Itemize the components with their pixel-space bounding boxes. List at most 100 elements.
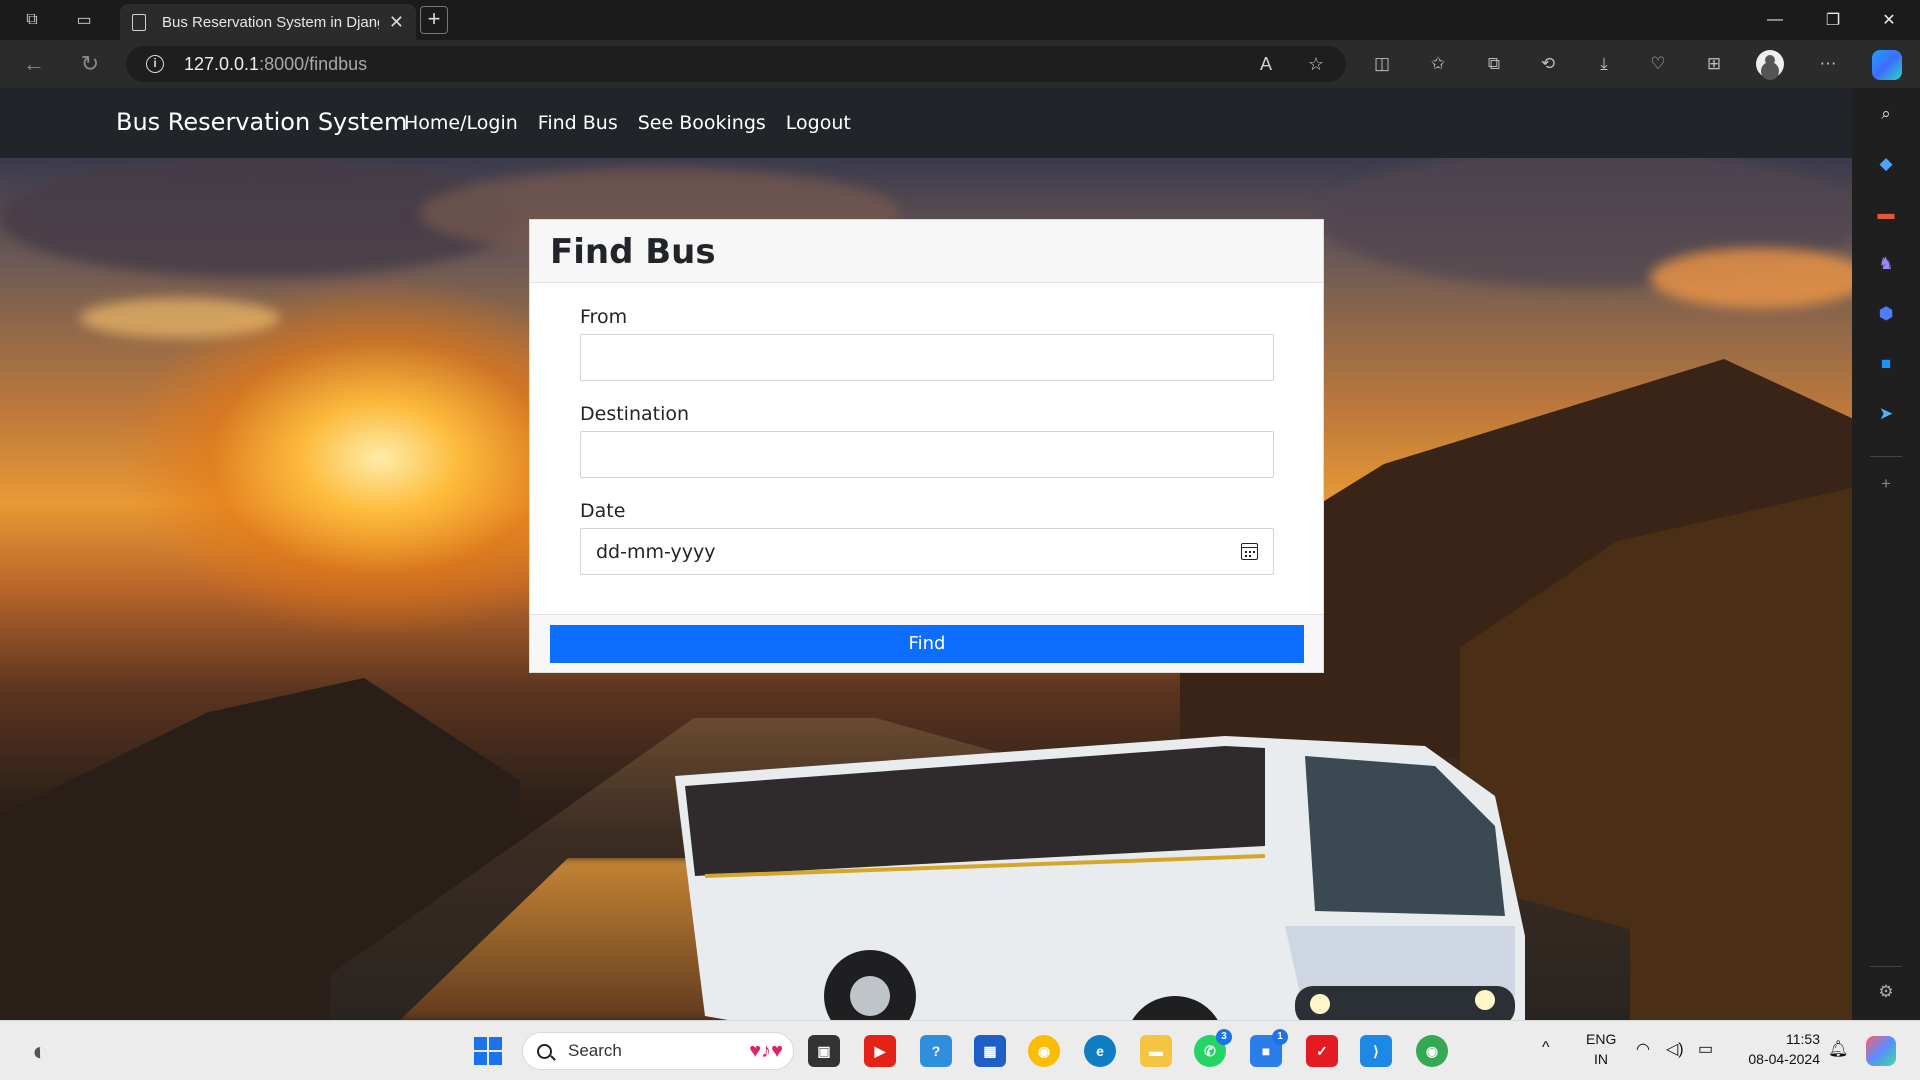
copilot-app-icon[interactable]: ⬢	[1874, 302, 1898, 326]
tools-briefcase-icon[interactable]: ▬	[1874, 202, 1898, 226]
date-placeholder: dd-mm-yyyy	[596, 540, 716, 563]
battery-icon[interactable]: ▭	[1698, 1039, 1713, 1059]
refresh-icon[interactable]: ↻	[76, 50, 104, 78]
copilot-icon[interactable]	[1872, 50, 1902, 80]
notification-bell-icon[interactable]: 🔔︎	[1828, 1039, 1848, 1059]
favorite-star-icon[interactable]: ☆	[1302, 50, 1330, 78]
maximize-button[interactable]: ❐	[1810, 4, 1856, 36]
taskbar-search-label: Search	[568, 1041, 622, 1060]
send-icon[interactable]: ➤	[1874, 402, 1898, 426]
language-code[interactable]: ENG	[1586, 1031, 1616, 1047]
games-icon[interactable]: ♞	[1874, 252, 1898, 276]
workspaces-icon[interactable]: ⧉	[20, 8, 44, 32]
region-code[interactable]: IN	[1594, 1051, 1608, 1067]
find-bus-card: Find Bus From Destination Date dd-mm-yyy…	[529, 219, 1324, 673]
edge-sidebar: ⌕ ◆ ▬ ♞ ⬢ ■ ➤ + ⚙	[1852, 88, 1920, 1020]
date-label: Date	[580, 500, 626, 522]
volume-icon[interactable]: ◁)	[1666, 1039, 1684, 1059]
settings-gear-icon[interactable]: ⚙	[1874, 980, 1898, 1004]
browser-tab[interactable]: Bus Reservation System in Djang ✕	[120, 4, 416, 40]
from-input[interactable]	[580, 334, 1274, 381]
tab-actions-icon[interactable]: ▭	[72, 8, 96, 32]
nav-link-see-bookings[interactable]: See Bookings	[638, 112, 766, 134]
browser-tab-bar: ⧉ ▭ Bus Reservation System in Djang ✕ + …	[0, 0, 1920, 40]
youtube-icon[interactable]: ▶	[864, 1035, 896, 1067]
address-bar[interactable]: i 127.0.0.1:8000/findbus	[126, 46, 1346, 82]
date-input[interactable]: dd-mm-yyyy	[580, 528, 1274, 575]
microsoft-store-icon[interactable]: ▦	[974, 1035, 1006, 1067]
cloud-shape	[80, 298, 280, 338]
url-host: 127.0.0.1	[184, 53, 260, 74]
task-view-icon[interactable]: ▣	[808, 1035, 840, 1067]
nav-link-find-bus[interactable]: Find Bus	[538, 112, 618, 134]
bus-illustration	[675, 736, 1525, 1020]
date-field-group: Date dd-mm-yyyy	[580, 500, 1274, 575]
search-icon	[537, 1043, 552, 1059]
sidebar-divider	[1870, 456, 1902, 457]
back-icon[interactable]: ←	[20, 50, 48, 78]
find-button[interactable]: Find	[550, 625, 1304, 663]
wifi-icon[interactable]: ◠	[1636, 1039, 1650, 1059]
taskbar-search-box[interactable]: Search ♥♪♥	[522, 1032, 794, 1070]
whatsapp-icon[interactable]: ✆ 3	[1194, 1029, 1232, 1067]
destination-input[interactable]	[580, 431, 1274, 478]
weather-icon[interactable]: ?	[920, 1035, 952, 1067]
destination-label: Destination	[580, 403, 690, 425]
file-explorer-icon[interactable]: ▬	[1140, 1035, 1172, 1067]
chrome-profile-icon[interactable]: ◉	[1416, 1035, 1448, 1067]
add-icon[interactable]: +	[1874, 472, 1898, 496]
downloads-icon[interactable]: ⤓	[1590, 50, 1618, 78]
destination-field-group: Destination	[580, 403, 1274, 478]
card-header: Find Bus	[530, 220, 1323, 283]
page-viewport: Bus Reservation System Home/Login Find B…	[0, 88, 1852, 1020]
document-icon	[132, 13, 146, 31]
tab-title: Bus Reservation System in Djang	[162, 13, 379, 31]
profile-avatar-icon[interactable]	[1756, 50, 1784, 78]
nav-link-home-login[interactable]: Home/Login	[404, 112, 518, 134]
edge-beta-icon[interactable]: ◐	[24, 1035, 56, 1067]
sidebar-divider	[1870, 966, 1902, 967]
url-path: :8000/findbus	[259, 53, 368, 74]
copilot-taskbar-icon[interactable]	[1866, 1036, 1896, 1066]
pdf-reader-icon[interactable]: ✓	[1306, 1035, 1338, 1067]
app-badge: 1	[1272, 1029, 1288, 1045]
navbar-links: Home/Login Find Bus See Bookings Logout	[404, 112, 851, 134]
show-hidden-icons[interactable]: ^	[1542, 1039, 1550, 1057]
site-info-icon[interactable]: i	[146, 55, 164, 73]
windows-taskbar: ◐ Search ♥♪♥ ▣ ▶ ? ▦ ◉ e ▬ ✆ 3 ■ 1 ✓ ⟩ ◉…	[0, 1020, 1920, 1080]
close-tab-icon[interactable]: ✕	[389, 12, 404, 33]
clock-date[interactable]: 08-04-2024	[1738, 1051, 1820, 1067]
whatsapp-badge: 3	[1216, 1029, 1232, 1045]
nav-link-logout[interactable]: Logout	[786, 112, 851, 134]
read-aloud-icon[interactable]: A	[1252, 50, 1280, 78]
calendar-icon[interactable]	[1241, 543, 1258, 560]
navbar-brand[interactable]: Bus Reservation System	[116, 108, 407, 136]
extensions-icon[interactable]: ⊞	[1700, 50, 1728, 78]
close-window-button[interactable]: ✕	[1866, 4, 1912, 36]
from-field-group: From	[580, 306, 1274, 381]
split-screen-icon[interactable]: ◫	[1368, 50, 1396, 78]
edge-icon[interactable]: e	[1084, 1035, 1116, 1067]
performance-icon[interactable]: ♡	[1644, 50, 1672, 78]
site-navbar: Bus Reservation System Home/Login Find B…	[0, 88, 1852, 158]
new-tab-button[interactable]: +	[420, 6, 448, 34]
search-icon[interactable]: ⌕	[1874, 102, 1898, 126]
more-options-icon[interactable]: ⋯	[1814, 50, 1842, 78]
chrome-icon[interactable]: ◉	[1028, 1035, 1060, 1067]
page-title: Find Bus	[550, 232, 716, 272]
browser-toolbar: ← ↻ i 127.0.0.1:8000/findbus A ☆ ◫ ✩ ⧉ ⟲…	[0, 40, 1920, 88]
clock-time[interactable]: 11:53	[1780, 1031, 1820, 1047]
minimize-button[interactable]: —	[1752, 4, 1798, 36]
from-label: From	[580, 306, 628, 328]
app-notification-icon[interactable]: ■ 1	[1250, 1029, 1288, 1067]
start-menu-icon[interactable]	[472, 1035, 504, 1067]
outlook-icon[interactable]: ■	[1874, 352, 1898, 376]
collections-icon[interactable]: ⧉	[1480, 50, 1508, 78]
history-icon[interactable]: ⟲	[1534, 50, 1562, 78]
search-highlight-icon: ♥♪♥	[749, 1039, 783, 1062]
favorites-icon[interactable]: ✩	[1424, 50, 1452, 78]
shopping-tag-icon[interactable]: ◆	[1874, 152, 1898, 176]
vscode-icon[interactable]: ⟩	[1360, 1035, 1392, 1067]
cloud-shape	[1650, 248, 1852, 308]
card-footer: Find	[530, 614, 1323, 672]
